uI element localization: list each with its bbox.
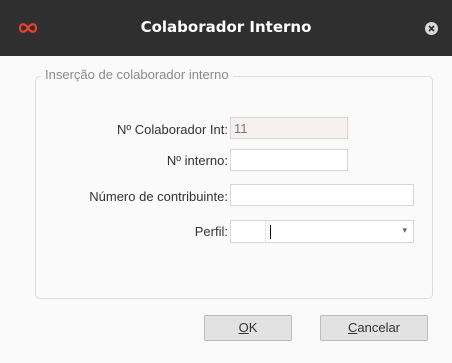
dialog: Colaborador Interno Inserção de colabora… [0, 0, 452, 363]
ok-label-rest: K [248, 320, 258, 335]
contribuinte-label: Número de contribuinte: [89, 189, 228, 204]
ok-button[interactable]: OK [204, 315, 292, 341]
close-icon [428, 25, 435, 32]
perfil-label: Perfil: [194, 224, 228, 239]
text-caret [270, 225, 271, 239]
title-bar: Colaborador Interno [0, 0, 452, 56]
ok-mnemonic: O [238, 320, 249, 335]
cancel-button[interactable]: Cancelar [320, 315, 428, 341]
perfil-select[interactable]: ▾ [230, 220, 414, 243]
chevron-down-icon[interactable]: ▾ [402, 225, 407, 236]
cancel-mnemonic: C [347, 320, 358, 335]
contribuinte-input[interactable] [230, 184, 414, 206]
numero-interno-input[interactable] [230, 149, 348, 171]
combo-separator [265, 221, 266, 242]
cancel-label-rest: ancelar [357, 320, 401, 335]
numero-interno-label: Nº interno: [166, 153, 228, 168]
colaborador-int-label: Nº Colaborador Int: [117, 122, 228, 137]
colaborador-int-field: 11 [230, 117, 348, 139]
window-title: Colaborador Interno [140, 18, 312, 36]
group-legend: Inserção de colaborador interno [41, 67, 233, 82]
close-button[interactable] [425, 22, 438, 35]
